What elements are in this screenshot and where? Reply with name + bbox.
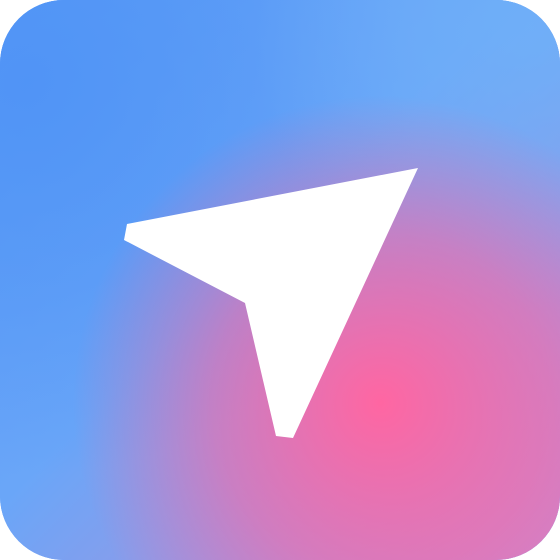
canvas: [0, 0, 560, 560]
navigation-arrow-icon: [124, 168, 418, 438]
app-icon-tile[interactable]: [0, 0, 560, 560]
arrow-shape: [124, 168, 418, 438]
